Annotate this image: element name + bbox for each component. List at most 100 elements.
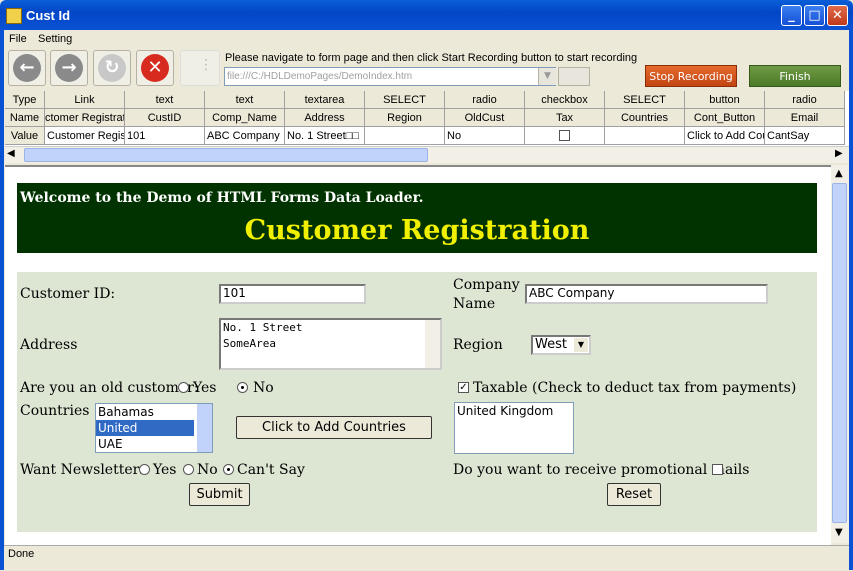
back-button[interactable]: ←: [8, 50, 46, 86]
forward-button[interactable]: →: [50, 50, 88, 86]
textarea-scrollbar[interactable]: [425, 320, 440, 368]
grid-value-cell[interactable]: [525, 127, 605, 145]
add-countries-button[interactable]: Click to Add Countries: [236, 416, 432, 439]
grid-type-cell[interactable]: checkbox: [525, 91, 605, 109]
grip-icon: ⋮: [199, 57, 213, 73]
chevron-down-icon[interactable]: ▼: [538, 68, 556, 85]
grid-type-cell[interactable]: Link: [45, 91, 125, 109]
grid-value-cell[interactable]: No. 1 Street□□: [285, 127, 365, 145]
listbox-scrollbar[interactable]: [197, 404, 212, 452]
scrollbar-thumb[interactable]: [24, 148, 428, 162]
window-frame-right: [849, 30, 853, 570]
maximize-icon: □: [808, 8, 821, 23]
grid-name-cell[interactable]: CustID: [125, 109, 205, 127]
scroll-up-icon[interactable]: ▲: [835, 168, 843, 179]
grid-value-cell[interactable]: [365, 127, 445, 145]
row-label-value: Value: [5, 127, 45, 145]
grid-type-cell[interactable]: text: [125, 91, 205, 109]
grid-type-cell[interactable]: text: [205, 91, 285, 109]
old-customer-yes-radio[interactable]: [178, 382, 189, 393]
taxable-label: Taxable (Check to deduct tax from paymen…: [473, 380, 797, 396]
region-select[interactable]: West ▼: [531, 335, 591, 355]
grid-type-cell[interactable]: radio: [445, 91, 525, 109]
maximize-button[interactable]: □: [804, 5, 825, 26]
scroll-right-icon[interactable]: ▶: [835, 148, 843, 159]
newsletter-cantsay-label: Can't Say: [237, 462, 305, 478]
reset-button[interactable]: Reset: [607, 483, 661, 506]
grid-horizontal-scrollbar[interactable]: ◀ ▶: [5, 146, 849, 163]
countries-label: Countries: [20, 403, 90, 419]
address-textarea[interactable]: No. 1 Street SomeArea: [219, 318, 442, 370]
grid-name-cell[interactable]: ctomer Registrat: [45, 109, 125, 127]
status-bar: [4, 545, 849, 571]
promo-mails-checkbox[interactable]: [712, 464, 723, 475]
url-input[interactable]: file:///C:/HDLDemoPages/DemoIndex.htm: [224, 67, 556, 86]
old-customer-yes-label: Yes: [193, 380, 217, 396]
country-option[interactable]: UAE: [96, 436, 212, 452]
newsletter-no-radio[interactable]: [183, 464, 194, 475]
country-option[interactable]: Bahamas: [96, 404, 212, 420]
close-button[interactable]: ✕: [827, 5, 848, 26]
status-text: Done: [8, 548, 35, 560]
grid-name-cell[interactable]: Email: [765, 109, 845, 127]
x-circle-icon: ✕: [141, 54, 169, 82]
chevron-down-icon[interactable]: ▼: [574, 338, 588, 352]
scroll-left-icon[interactable]: ◀: [7, 148, 15, 159]
grid-type-cell[interactable]: SELECT: [605, 91, 685, 109]
grid-name-cell[interactable]: Comp_Name: [205, 109, 285, 127]
company-name-label-1: Company: [453, 277, 520, 293]
finish-button[interactable]: Finish: [749, 65, 841, 87]
newsletter-cantsay-radio[interactable]: [223, 464, 234, 475]
added-countries-list[interactable]: United Kingdom: [454, 402, 574, 454]
scrollbar-thumb[interactable]: [832, 183, 847, 523]
menu-file[interactable]: File: [9, 33, 27, 45]
grid-type-cell[interactable]: button: [685, 91, 765, 109]
grid-type-cell[interactable]: radio: [765, 91, 845, 109]
region-label: Region: [453, 337, 503, 353]
grid-value-cell[interactable]: 101: [125, 127, 205, 145]
country-option-selected[interactable]: United Kingdom: [96, 420, 194, 451]
window-frame-left: [0, 30, 4, 570]
grid-name-cell[interactable]: Address: [285, 109, 365, 127]
customer-id-label: Customer ID:: [20, 286, 116, 302]
row-label-name: Name: [5, 109, 45, 127]
taxable-checkbox[interactable]: ✓: [458, 382, 469, 393]
go-button[interactable]: [558, 67, 590, 86]
close-icon: ✕: [832, 8, 843, 23]
page-title: Customer Registration: [244, 215, 590, 246]
grid-value-cell[interactable]: [605, 127, 685, 145]
minimize-button[interactable]: _: [781, 5, 802, 26]
grid-name-cell[interactable]: Region: [365, 109, 445, 127]
newsletters-label: Want Newsletters: [20, 462, 147, 478]
toolbar-extra-button[interactable]: ⋮: [180, 50, 220, 86]
refresh-icon: ↻: [98, 54, 126, 82]
grid-type-cell[interactable]: SELECT: [365, 91, 445, 109]
countries-listbox[interactable]: Bahamas United Kingdom UAE: [95, 403, 213, 453]
grid-name-cell[interactable]: Cont_Button: [685, 109, 765, 127]
added-country-item[interactable]: United Kingdom: [455, 403, 573, 419]
old-customer-label: Are you an old customer:: [20, 380, 199, 396]
grid-type-cell[interactable]: textarea: [285, 91, 365, 109]
grid-value-cell[interactable]: No: [445, 127, 525, 145]
grid-value-cell[interactable]: Customer Regis: [45, 127, 125, 145]
old-customer-no-radio[interactable]: [237, 382, 248, 393]
stop-recording-button[interactable]: Stop Recording: [645, 65, 737, 87]
grid-value-cell[interactable]: Click to Add Cou: [685, 127, 765, 145]
newsletter-yes-radio[interactable]: [139, 464, 150, 475]
title-bar[interactable]: [0, 0, 853, 30]
refresh-button[interactable]: ↻: [93, 50, 131, 86]
customer-id-input[interactable]: 101: [219, 284, 366, 304]
company-name-input[interactable]: ABC Company: [525, 284, 768, 304]
old-customer-no-label: No: [253, 380, 274, 396]
grid-name-cell[interactable]: Countries: [605, 109, 685, 127]
scroll-down-icon[interactable]: ▼: [835, 527, 843, 538]
grid-checkbox[interactable]: [559, 130, 570, 141]
grid-value-cell[interactable]: CantSay: [765, 127, 845, 145]
stop-load-button[interactable]: ✕: [136, 50, 174, 86]
submit-button[interactable]: Submit: [189, 483, 250, 506]
recorded-fields-grid[interactable]: Type Name Value Link ctomer Registrat Cu…: [5, 91, 849, 146]
grid-name-cell[interactable]: OldCust: [445, 109, 525, 127]
grid-value-cell[interactable]: ABC Company: [205, 127, 285, 145]
grid-name-cell[interactable]: Tax: [525, 109, 605, 127]
menu-setting[interactable]: Setting: [38, 33, 72, 45]
